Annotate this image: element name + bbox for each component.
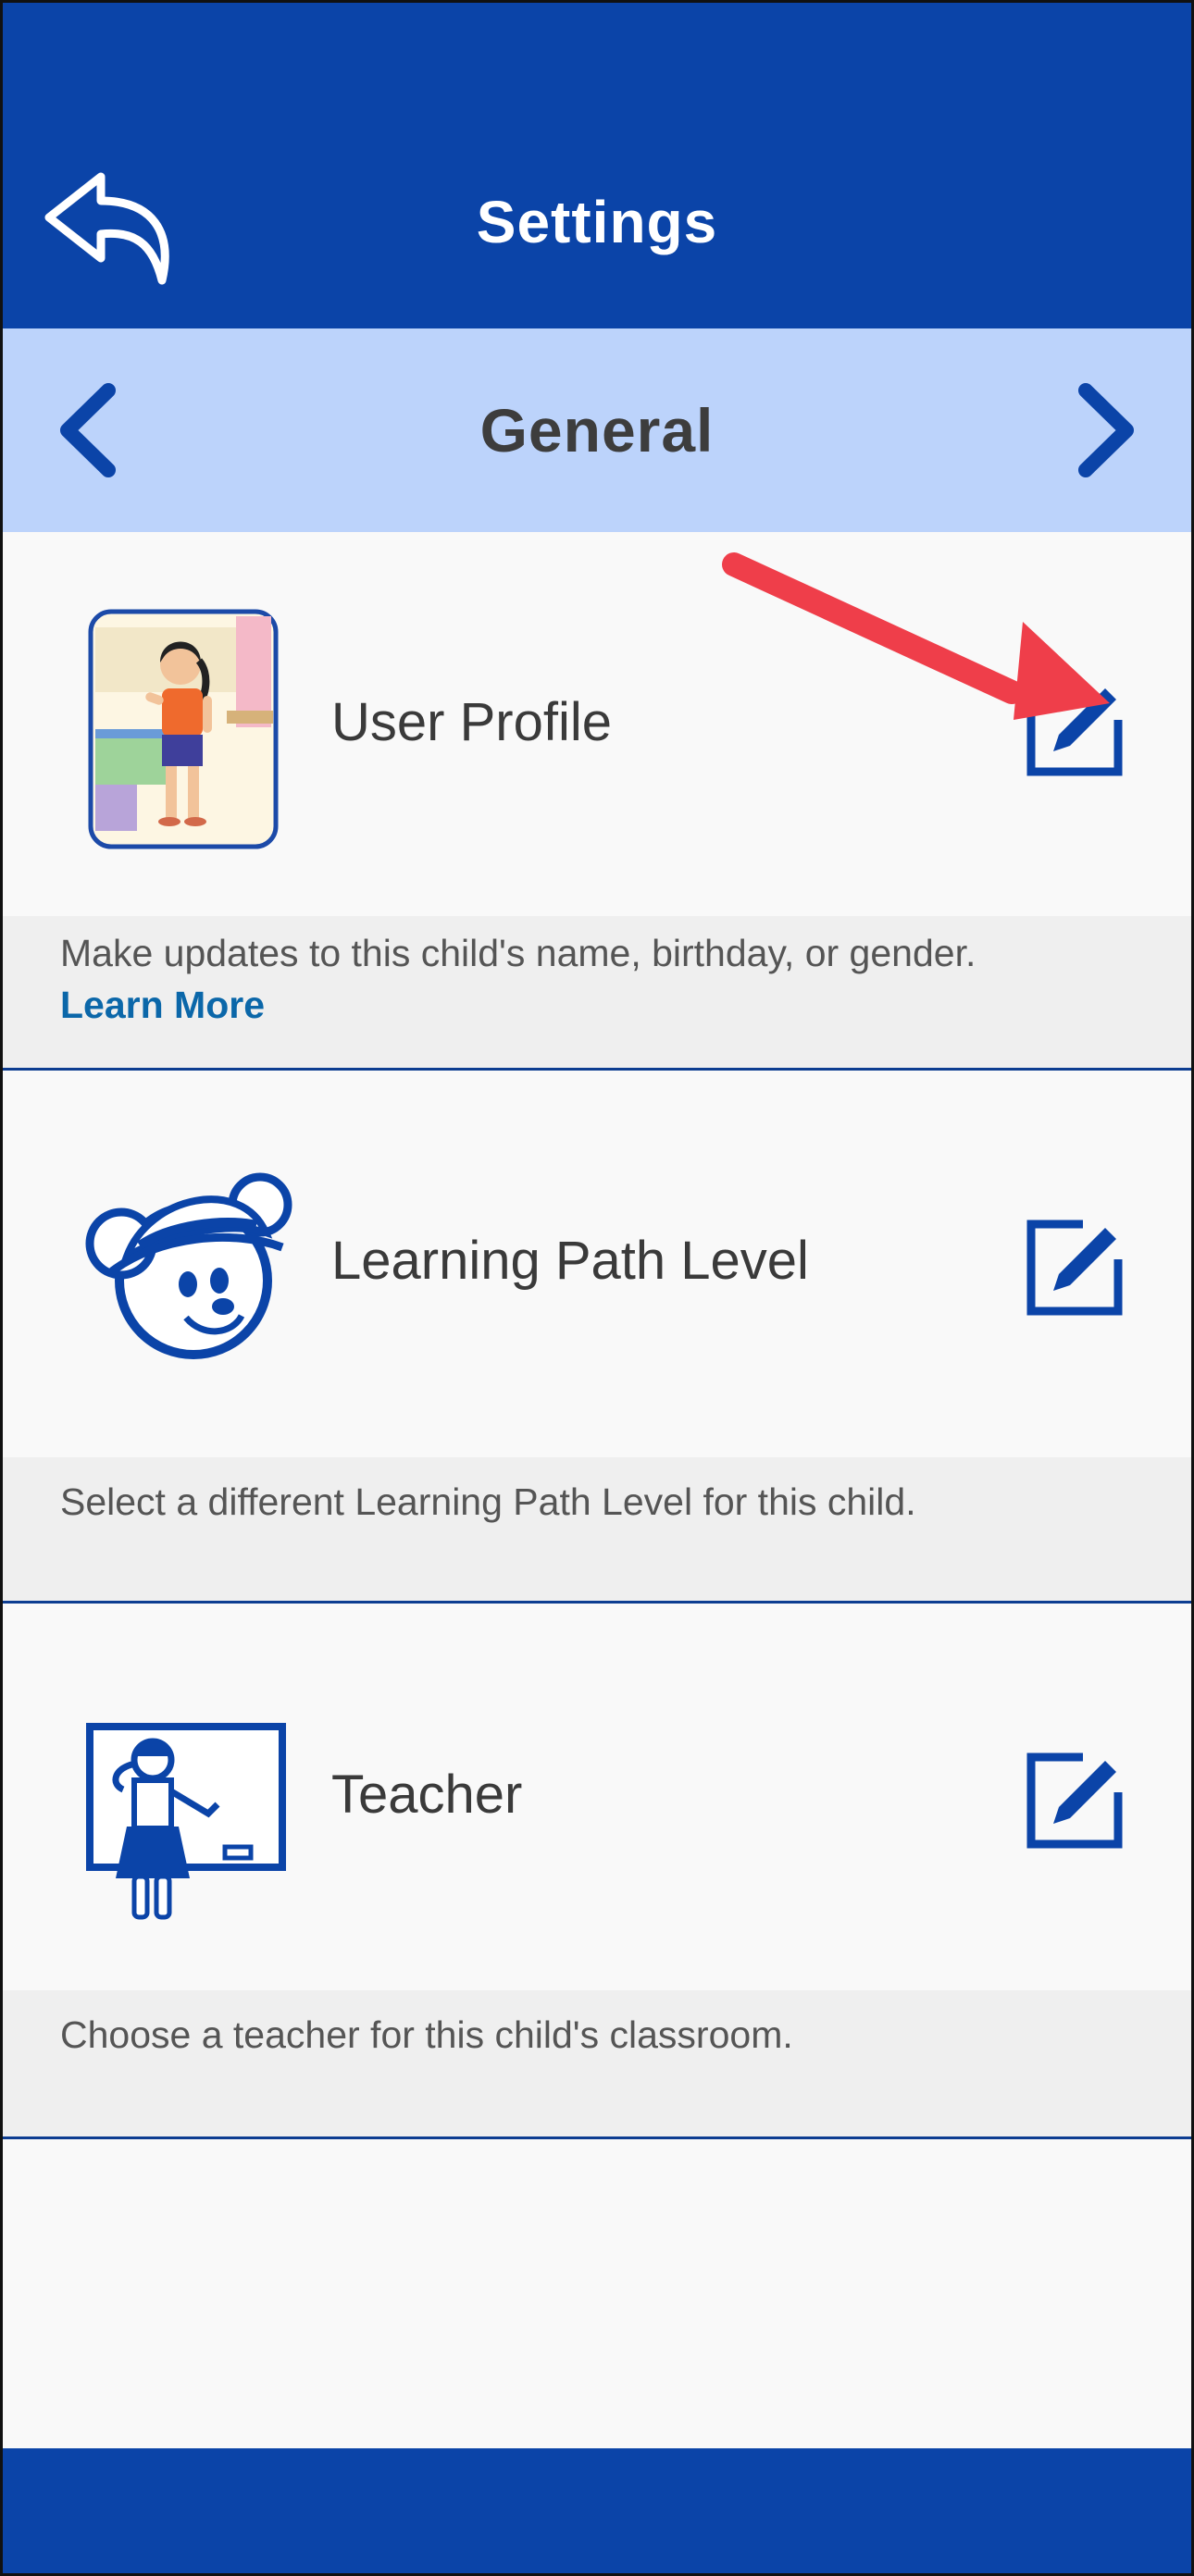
chevron-right-icon <box>1078 383 1134 477</box>
setting-user-profile: User Profile Make updates to this child'… <box>3 532 1191 1071</box>
edit-icon <box>1026 1752 1123 1849</box>
edit-user-profile-button[interactable] <box>1026 677 1126 777</box>
next-section-button[interactable] <box>1060 379 1152 481</box>
section-title: General <box>479 396 715 464</box>
description-text: Make updates to this child's name, birth… <box>60 932 976 974</box>
setting-learning-path-level: Learning Path Level Select a different L… <box>3 1071 1191 1604</box>
mouse-mascot-icon <box>84 1168 293 1362</box>
edit-learning-path-level-button[interactable] <box>1026 1217 1126 1317</box>
bottom-bar <box>3 2448 1191 2573</box>
child-avatar-icon <box>88 609 279 849</box>
section-switcher: General <box>3 328 1191 532</box>
setting-label: User Profile <box>331 692 612 752</box>
setting-teacher: Teacher Choose a teacher for this child'… <box>3 1604 1191 2139</box>
setting-description: Make updates to this child's name, birth… <box>3 916 1191 1068</box>
description-text: Select a different Learning Path Level f… <box>60 1480 916 1523</box>
setting-row: User Profile <box>3 532 1191 916</box>
edit-icon <box>1026 680 1123 776</box>
page-title: Settings <box>476 189 718 255</box>
settings-screen: Settings General User Profile Make updat… <box>0 0 1194 2576</box>
learn-more-link[interactable]: Learn More <box>60 979 265 1031</box>
edit-teacher-button[interactable] <box>1026 1750 1126 1850</box>
description-text: Choose a teacher for this child's classr… <box>60 2013 793 2056</box>
edit-icon <box>1026 1220 1123 1316</box>
setting-label: Learning Path Level <box>331 1231 809 1291</box>
setting-description: Select a different Learning Path Level f… <box>3 1457 1191 1601</box>
setting-row: Learning Path Level <box>3 1071 1191 1457</box>
app-bar: Settings <box>3 3 1191 328</box>
setting-row: Teacher <box>3 1604 1191 1990</box>
setting-label: Teacher <box>331 1765 523 1825</box>
setting-description: Choose a teacher for this child's classr… <box>3 1990 1191 2136</box>
teacher-icon <box>86 1723 286 1923</box>
